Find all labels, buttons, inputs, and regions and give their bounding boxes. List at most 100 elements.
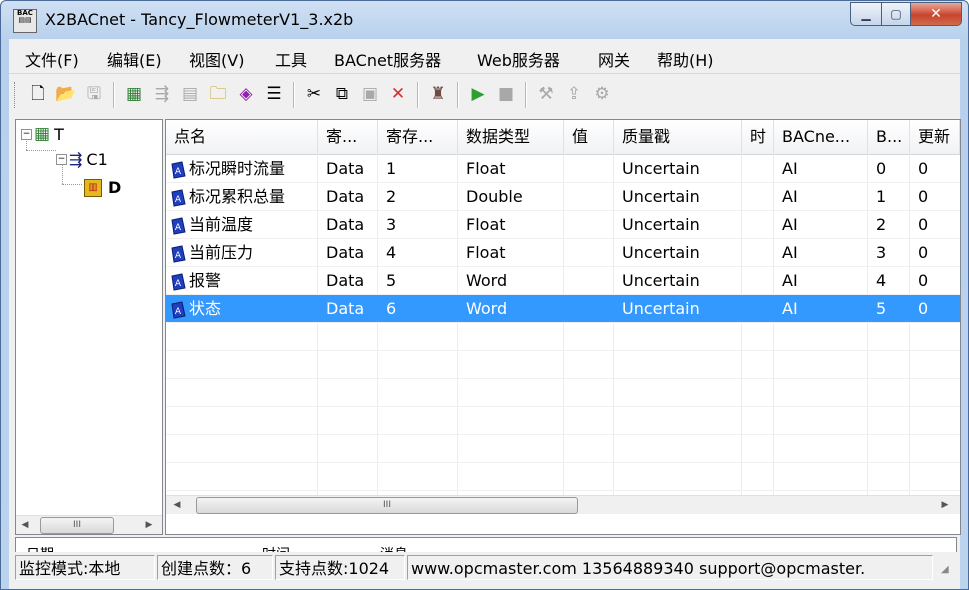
menu-web-server[interactable]: Web服务器 bbox=[477, 47, 560, 71]
cell-bacnet-instance: 3 bbox=[868, 239, 910, 267]
menu-view[interactable]: 视图(V) bbox=[189, 47, 244, 71]
cell-register-address-text: 5 bbox=[386, 271, 397, 290]
column-header-time[interactable]: 时 bbox=[742, 120, 774, 154]
column-header-bacnet-instance[interactable]: B... bbox=[868, 120, 910, 154]
cell-update: 0 bbox=[910, 239, 960, 267]
tree-view[interactable]: − ▦ T − ⇶ C1 ▥ D ◀ III ▶ bbox=[15, 119, 163, 535]
table-row[interactable]: A 当前温度 Data 3 Float Uncertain AI 2 0 bbox=[166, 211, 960, 239]
cell-update-text: 0 bbox=[918, 159, 929, 178]
app-icon: BAC ▤▤ bbox=[13, 9, 37, 33]
cell-register-type: Data bbox=[318, 239, 378, 267]
row-gridline bbox=[166, 182, 960, 183]
paste-icon[interactable]: ▣ bbox=[359, 83, 381, 105]
cell-bacnet-type-text: AI bbox=[782, 159, 798, 178]
tree-node-device[interactable]: ▥ D bbox=[84, 178, 121, 197]
cell-register-type-text: Data bbox=[326, 187, 365, 206]
point-tag-icon: A bbox=[171, 188, 186, 207]
menu-file[interactable]: 文件(F) bbox=[25, 47, 79, 71]
points-list[interactable]: 点名 寄... 寄存... 数据类型 值 质量戳 时 BACne... B...… bbox=[165, 119, 961, 535]
cell-bacnet-type-text: AI bbox=[782, 271, 798, 290]
table-row[interactable]: A 状态 Data 6 Word Uncertain AI 5 0 bbox=[166, 295, 960, 323]
wrench-icon[interactable]: ⚙ bbox=[591, 83, 613, 105]
properties-icon[interactable]: ☰ bbox=[263, 83, 285, 105]
scroll-right-icon[interactable]: ▶ bbox=[142, 518, 156, 532]
toolbar-separator bbox=[113, 82, 115, 108]
menu-gateway[interactable]: 网关 bbox=[598, 47, 630, 71]
table-row[interactable]: A 当前压力 Data 4 Float Uncertain AI 3 0 bbox=[166, 239, 960, 267]
collapse-icon[interactable]: − bbox=[56, 154, 67, 165]
column-header-name[interactable]: 点名 bbox=[166, 120, 318, 154]
add-channel-icon[interactable]: ▦ bbox=[123, 83, 145, 105]
menu-edit[interactable]: 编辑(E) bbox=[107, 47, 162, 71]
scroll-thumb[interactable]: III bbox=[40, 517, 114, 534]
tree-node-root[interactable]: − ▦ T bbox=[21, 124, 64, 144]
new-folder-icon[interactable]: 🗀 bbox=[207, 83, 229, 105]
copy-icon[interactable]: ⧉ bbox=[331, 83, 353, 105]
scroll-right-icon[interactable]: ▶ bbox=[938, 498, 952, 512]
cell-data-type: Float bbox=[458, 239, 564, 267]
delete-icon[interactable]: ✕ bbox=[387, 83, 409, 105]
minimize-button[interactable]: ▁ bbox=[850, 2, 882, 26]
title-bar[interactable]: BAC ▤▤ X2BACnet - Tancy_FlowmeterV1_3.x2b… bbox=[1, 1, 968, 39]
cell-name: A 标况累积总量 bbox=[166, 183, 318, 211]
list-horizontal-scrollbar[interactable]: ◀ III ▶ bbox=[166, 495, 960, 514]
tree-node-channel[interactable]: − ⇶ C1 bbox=[56, 150, 108, 169]
stop-icon[interactable]: ■ bbox=[495, 83, 517, 105]
menu-help[interactable]: 帮助(H) bbox=[657, 47, 714, 71]
tools-icon[interactable]: ⚒ bbox=[535, 83, 557, 105]
cell-register-address-text: 3 bbox=[386, 215, 397, 234]
cell-data-type-text: Float bbox=[466, 243, 506, 262]
cut-icon[interactable]: ✂ bbox=[303, 83, 325, 105]
scroll-left-icon[interactable]: ◀ bbox=[170, 498, 184, 512]
toolbar-grip[interactable] bbox=[14, 82, 18, 108]
column-header-register-type[interactable]: 寄... bbox=[318, 120, 378, 154]
cell-bacnet-instance-text: 3 bbox=[876, 243, 887, 262]
column-header-update[interactable]: 更新 bbox=[910, 120, 960, 154]
cell-quality-text: Uncertain bbox=[622, 159, 700, 178]
cell-bacnet-instance-text: 1 bbox=[876, 187, 887, 206]
cell-value bbox=[564, 239, 614, 267]
close-button[interactable]: ✕ bbox=[911, 2, 962, 26]
table-row[interactable]: A 标况累积总量 Data 2 Double Uncertain AI 1 0 bbox=[166, 183, 960, 211]
maximize-icon: ▢ bbox=[890, 7, 902, 21]
run-icon[interactable]: ▶ bbox=[467, 83, 489, 105]
table-row[interactable]: A 标况瞬时流量 Data 1 Float Uncertain AI 0 0 bbox=[166, 155, 960, 183]
new-file-icon[interactable]: 🗋 bbox=[27, 83, 49, 105]
load-icon[interactable]: ⇪ bbox=[563, 83, 585, 105]
list-header: 点名 寄... 寄存... 数据类型 值 质量戳 时 BACne... B...… bbox=[166, 120, 960, 155]
cell-name: A 标况瞬时流量 bbox=[166, 155, 318, 183]
tree-node-label: D bbox=[108, 178, 122, 197]
table-row[interactable]: A 报警 Data 5 Word Uncertain AI 4 0 bbox=[166, 267, 960, 295]
cell-bacnet-type: AI bbox=[774, 155, 868, 183]
collapse-icon[interactable]: − bbox=[21, 128, 32, 140]
cell-bacnet-type: AI bbox=[774, 211, 868, 239]
device-icon: ▥ bbox=[84, 178, 102, 197]
column-header-bacnet-type[interactable]: BACne... bbox=[774, 120, 868, 154]
tree-horizontal-scrollbar[interactable]: ◀ III ▶ bbox=[16, 515, 162, 534]
column-header-value[interactable]: 值 bbox=[564, 120, 614, 154]
toolbar-separator bbox=[457, 82, 459, 108]
column-header-register-address[interactable]: 寄存... bbox=[378, 120, 458, 154]
save-icon[interactable]: 🖫 bbox=[83, 83, 105, 105]
point-tag-icon: A bbox=[171, 216, 186, 235]
column-header-quality[interactable]: 质量戳 bbox=[614, 120, 742, 154]
menu-bacnet-server[interactable]: BACnet服务器 bbox=[334, 47, 441, 71]
device-properties-icon[interactable]: ▤ bbox=[179, 83, 201, 105]
cell-time bbox=[742, 267, 774, 295]
open-folder-icon[interactable]: 📂 bbox=[55, 83, 77, 105]
add-device-icon[interactable]: ⇶ bbox=[151, 83, 173, 105]
cell-value bbox=[564, 155, 614, 183]
status-bar: 监控模式:本地 创建点数：6 支持点数:1024 www.opcmaster.c… bbox=[9, 552, 960, 584]
scroll-left-icon[interactable]: ◀ bbox=[18, 518, 32, 532]
cell-register-type: Data bbox=[318, 155, 378, 183]
cell-register-address: 3 bbox=[378, 211, 458, 239]
data-monitor-icon[interactable]: ♜ bbox=[427, 83, 449, 105]
scroll-thumb[interactable]: III bbox=[196, 497, 578, 514]
add-point-icon[interactable]: ◈ bbox=[235, 83, 257, 105]
cell-name-text: 标况瞬时流量 bbox=[189, 159, 286, 178]
resize-grip-icon[interactable]: ◢ bbox=[941, 564, 949, 575]
svg-text:A: A bbox=[175, 307, 182, 317]
column-header-data-type[interactable]: 数据类型 bbox=[458, 120, 564, 154]
menu-tools[interactable]: 工具 bbox=[275, 47, 307, 71]
maximize-button[interactable]: ▢ bbox=[882, 2, 911, 26]
